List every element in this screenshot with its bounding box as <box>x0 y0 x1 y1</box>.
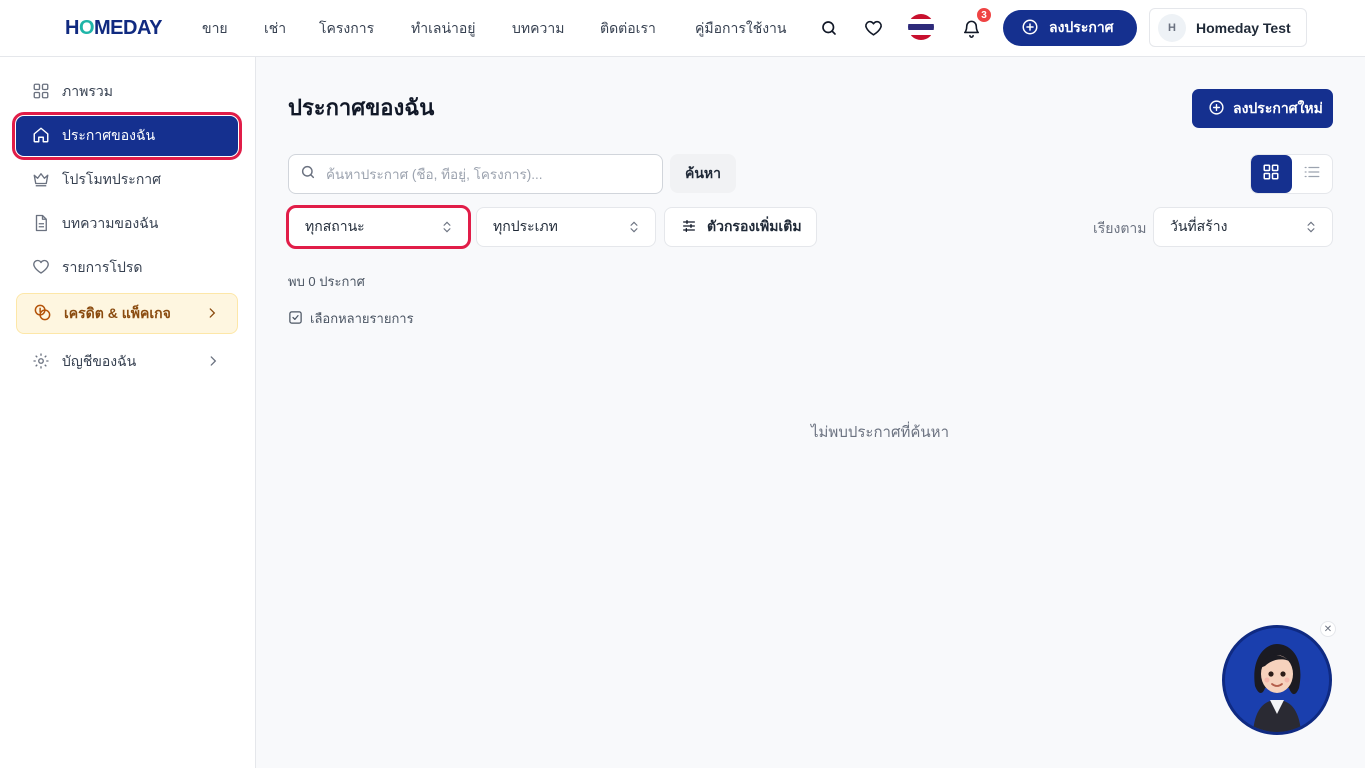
sidebar-item-my-account[interactable]: บัญชีของฉัน <box>16 342 238 382</box>
new-listing-label: ลงประกาศใหม่ <box>1233 99 1323 116</box>
nav-item-projects[interactable]: โครงการ <box>319 18 374 38</box>
sidebar-item-label: บัญชีของฉัน <box>62 353 137 369</box>
nav-item-articles[interactable]: บทความ <box>512 18 564 38</box>
search-input[interactable] <box>326 166 646 182</box>
result-count: พบ 0 ประกาศ <box>288 274 365 289</box>
plus-circle-icon <box>1021 18 1039 39</box>
sidebar-item-label: รายการโปรด <box>62 259 143 275</box>
type-filter-select[interactable]: ทุกประเภท <box>476 207 656 247</box>
heart-icon <box>32 258 50 279</box>
sidebar-item-favorites[interactable]: รายการโปรด <box>16 248 238 288</box>
search-box <box>288 154 663 194</box>
user-name: Homeday Test <box>1196 19 1291 36</box>
multi-select-toggle[interactable]: เลือกหลายรายการ <box>288 308 414 329</box>
sort-select[interactable]: วันที่สร้าง <box>1153 207 1333 247</box>
sliders-icon <box>681 218 697 237</box>
list-icon <box>1303 163 1321 186</box>
nav-item-sale[interactable]: ขาย <box>202 18 228 38</box>
chat-assistant-avatar[interactable] <box>1222 625 1332 735</box>
updown-chevron-icon <box>440 220 454 237</box>
sidebar-item-label: บทความของฉัน <box>62 215 159 231</box>
sort-value: วันที่สร้าง <box>1170 218 1228 234</box>
notification-badge: 3 <box>975 6 993 24</box>
updown-chevron-icon <box>1304 220 1318 237</box>
multi-select-label: เลือกหลายรายการ <box>310 311 414 326</box>
sidebar-item-promote[interactable]: โปรโมทประกาศ <box>16 160 238 200</box>
plus-circle-icon <box>1208 99 1225 119</box>
page-title: ประกาศของฉัน <box>288 95 435 120</box>
search-icon[interactable] <box>818 17 840 39</box>
gear-icon <box>32 352 50 373</box>
close-icon[interactable]: ✕ <box>1320 621 1336 637</box>
grid-icon <box>1262 163 1280 186</box>
coins-icon <box>33 303 52 325</box>
search-icon <box>300 164 316 185</box>
nav-item-locations[interactable]: ทำเลน่าอยู่ <box>411 18 476 38</box>
sidebar-item-credits[interactable]: เครดิต & แพ็คเกจ <box>16 293 238 334</box>
document-icon <box>32 214 50 235</box>
sidebar-item-label: ประกาศของฉัน <box>62 127 156 143</box>
checkbox-icon <box>288 310 303 328</box>
more-filters-label: ตัวกรองเพิ่มเติม <box>707 218 802 234</box>
top-header: HOMEDAY ขาย เช่า โครงการ ทำเลน่าอยู่ บทค… <box>0 0 1365 57</box>
user-menu-button[interactable]: H Homeday Test <box>1149 8 1307 47</box>
nav-item-rent[interactable]: เช่า <box>264 18 286 38</box>
status-filter-select[interactable]: ทุกสถานะ <box>286 205 471 249</box>
sidebar-item-overview[interactable]: ภาพรวม <box>16 72 238 112</box>
nav-item-guide[interactable]: คู่มือการใช้งาน <box>695 18 786 38</box>
sidebar-item-my-articles[interactable]: บทความของฉัน <box>16 204 238 244</box>
sidebar: ภาพรวม ประกาศของฉัน โปรโมทประกาศ บทความข… <box>0 57 256 768</box>
grid-view-button[interactable] <box>1251 155 1292 193</box>
nav-item-contact[interactable]: ติดต่อเรา <box>600 18 656 38</box>
updown-chevron-icon <box>627 220 641 237</box>
avatar: H <box>1158 13 1186 42</box>
type-filter-value: ทุกประเภท <box>493 218 558 234</box>
sidebar-item-my-listings[interactable]: ประกาศของฉัน <box>12 112 242 160</box>
sort-label: เรียงตาม <box>1093 220 1147 236</box>
search-button[interactable]: ค้นหา <box>670 154 736 193</box>
sidebar-item-label: ภาพรวม <box>62 83 113 99</box>
chevron-right-icon <box>205 306 219 323</box>
more-filters-button[interactable]: ตัวกรองเพิ่มเติม <box>664 207 817 247</box>
sidebar-item-label: เครดิต & แพ็คเกจ <box>64 304 171 321</box>
dashboard-grid-icon <box>32 82 50 103</box>
empty-state-message: ไม่พบประกาศที่ค้นหา <box>811 424 949 441</box>
status-filter-value: ทุกสถานะ <box>305 218 365 234</box>
chevron-right-icon <box>206 354 220 371</box>
view-mode-toggle <box>1250 154 1333 194</box>
sidebar-item-label: โปรโมทประกาศ <box>62 171 162 187</box>
list-view-button[interactable] <box>1292 155 1333 193</box>
post-listing-label: ลงประกาศ <box>1049 19 1114 35</box>
crown-icon <box>32 170 50 191</box>
new-listing-button[interactable]: ลงประกาศใหม่ <box>1192 89 1333 128</box>
post-listing-button[interactable]: ลงประกาศ <box>1003 10 1137 46</box>
home-icon <box>32 126 50 147</box>
thai-flag-icon[interactable] <box>908 14 934 40</box>
heart-icon[interactable] <box>862 17 884 39</box>
homeday-logo[interactable]: HOMEDAY <box>65 16 162 40</box>
